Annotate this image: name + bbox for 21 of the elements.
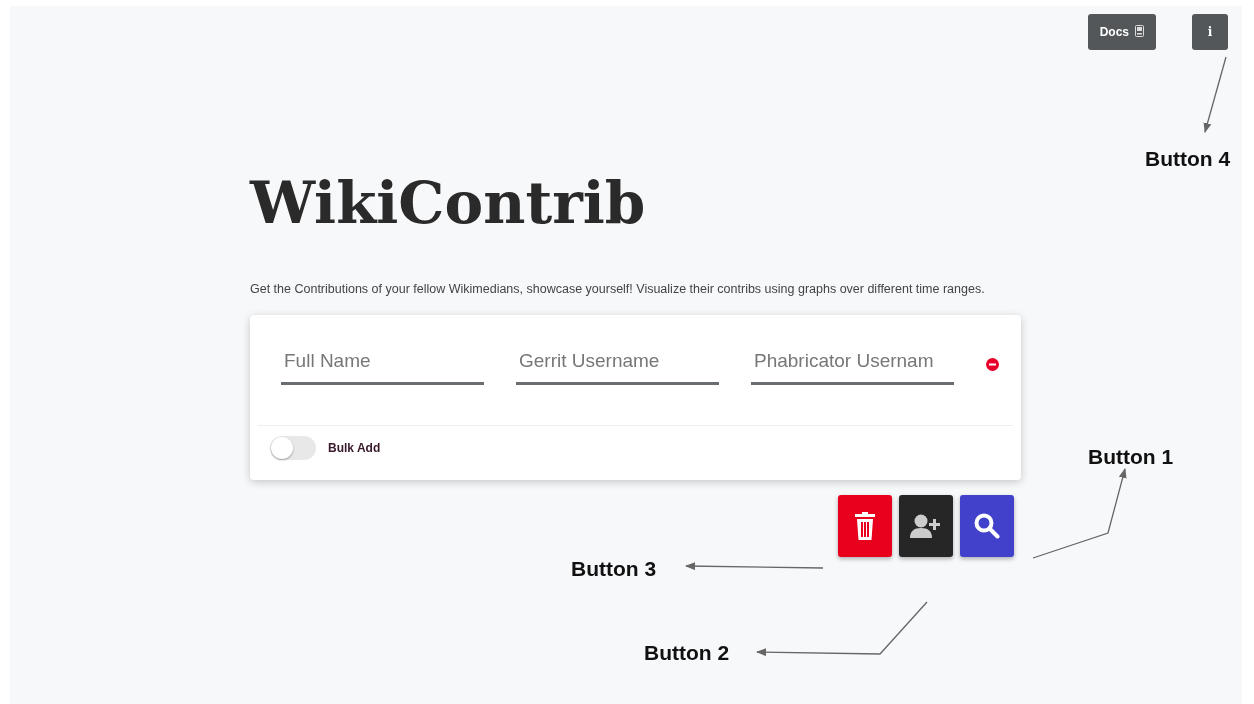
callout-label: Button 3 (571, 556, 657, 582)
input-field[interactable]: Gerrit Username (516, 343, 719, 385)
input-field[interactable]: Full Name (281, 343, 484, 385)
add-user-button[interactable] (899, 494, 953, 557)
trash-icon (855, 511, 875, 540)
callout-label: Button 1 (1088, 444, 1174, 470)
remove-icon[interactable] (986, 357, 999, 371)
input-field[interactable]: Phabricator Usernam (751, 343, 954, 385)
book-icon (1135, 25, 1144, 37)
callout-label: Button 4 (1145, 146, 1231, 172)
description-text: Get the Contributions of your fellow Wikimedians, showcase yourself! Visualize their contribs using graphs over different time ranges. (250, 281, 985, 298)
bulk-add-label: Bulk Add (328, 439, 381, 457)
toggle-switch[interactable] (270, 435, 316, 460)
search-button[interactable] (960, 494, 1014, 557)
delete-button[interactable] (838, 494, 892, 557)
search-icon (974, 512, 1000, 539)
add-user-icon (910, 512, 942, 539)
docs-button[interactable]: Docs (1087, 14, 1156, 50)
app-title: WikiContrib (250, 174, 647, 232)
callout-label: Button 2 (644, 640, 730, 666)
info-button[interactable]: i (1192, 14, 1228, 50)
